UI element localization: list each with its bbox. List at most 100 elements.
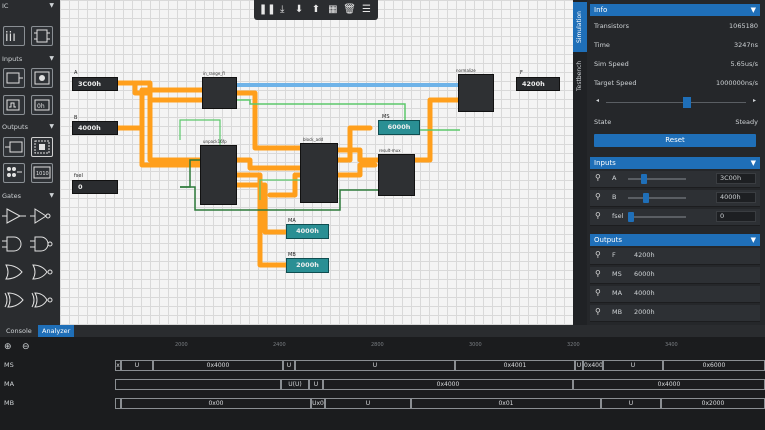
input-row-label: B xyxy=(612,193,617,201)
chip-title: result-mux xyxy=(379,148,401,153)
signal-segment: 0x4000 xyxy=(573,379,765,390)
palette-section-label: Outputs xyxy=(2,123,28,131)
step-icon[interactable]: ⤓ xyxy=(276,3,289,17)
xor-gate-icon[interactable] xyxy=(2,290,26,310)
target-speed-slider[interactable]: ◂ ▸ xyxy=(596,97,756,108)
chip-title: in_range_fl xyxy=(203,71,225,76)
button-input-icon[interactable] xyxy=(31,68,53,88)
chevron-down-icon: ▼ xyxy=(49,55,54,62)
signal-segment: U xyxy=(295,360,455,371)
chevron-left-icon[interactable]: ◂ xyxy=(596,97,599,104)
slider-thumb[interactable] xyxy=(628,212,634,222)
pause-icon[interactable]: ❚❚ xyxy=(259,3,276,17)
download-icon[interactable]: ⬇ xyxy=(293,3,306,17)
zoom-in-icon[interactable]: ⊕ xyxy=(4,342,12,352)
chip-title: unpack16fp xyxy=(203,139,227,144)
search-icon[interactable]: ⚲ xyxy=(595,251,603,259)
search-icon[interactable]: ⚲ xyxy=(595,174,603,182)
input-fsel-label: fsel xyxy=(74,173,83,179)
section-title: Info xyxy=(594,6,608,14)
trash-icon[interactable]: 🗑 xyxy=(343,3,356,17)
inputs-section-header[interactable]: Inputs ▼ xyxy=(590,157,760,169)
ruler-tick-label: 2800 xyxy=(371,342,384,348)
tab-console[interactable]: Console xyxy=(2,325,36,337)
tab-simulation[interactable]: Simulation xyxy=(573,2,587,52)
input-pin-icon[interactable] xyxy=(3,68,25,88)
nor-gate-icon[interactable] xyxy=(30,262,54,282)
reset-button[interactable]: Reset xyxy=(594,134,756,147)
led-output-icon[interactable] xyxy=(31,137,53,157)
svg-text:iiı: iiı xyxy=(5,30,16,45)
ruler-tick-label: 2400 xyxy=(273,342,286,348)
output-row-value: 6000h xyxy=(634,270,655,278)
unpack-chip[interactable] xyxy=(200,145,237,205)
palette-section-outputs[interactable]: Outputs ▼ xyxy=(2,123,56,134)
result-mux-chip[interactable] xyxy=(378,154,415,196)
search-icon[interactable]: ⚲ xyxy=(595,308,603,316)
input-fsel-box[interactable]: 0 xyxy=(72,180,118,194)
input-row-label: A xyxy=(612,174,617,182)
slider-thumb[interactable] xyxy=(683,97,691,108)
search-icon[interactable]: ⚲ xyxy=(595,212,603,220)
output-pin-icon[interactable] xyxy=(3,137,25,157)
normalize-chip[interactable] xyxy=(458,74,494,112)
chevron-down-icon: ▼ xyxy=(49,123,54,130)
slider-thumb[interactable] xyxy=(642,193,649,203)
menu-icon[interactable]: ☰ xyxy=(360,3,373,17)
info-section-header[interactable]: Info ▼ xyxy=(590,4,760,16)
xnor-gate-icon[interactable] xyxy=(30,290,54,310)
search-icon[interactable]: ⚲ xyxy=(595,270,603,278)
info-row-time: Time 3247ns xyxy=(594,41,758,51)
in-range-chip[interactable] xyxy=(202,77,237,109)
output-row: ⚲ MB 2000h xyxy=(590,305,760,322)
info-key: State xyxy=(594,118,612,126)
output-row: ⚲ MS 6000h xyxy=(590,267,760,284)
tab-testbench[interactable]: Testbench xyxy=(573,54,587,98)
signal-name: MS xyxy=(4,361,14,369)
display-output-icon[interactable]: 1010 xyxy=(31,163,53,183)
ruler-tick-label: 3400 xyxy=(665,342,678,348)
search-icon[interactable]: ⚲ xyxy=(595,193,603,201)
outputs-section-header[interactable]: Outputs ▼ xyxy=(590,234,760,246)
signal-name: MB xyxy=(4,399,15,407)
search-icon[interactable]: ⚲ xyxy=(595,289,603,297)
block-add-chip[interactable] xyxy=(300,143,338,203)
nand-gate-icon[interactable] xyxy=(30,234,54,254)
segment-display-icon[interactable] xyxy=(3,163,25,183)
or-gate-icon[interactable] xyxy=(2,262,26,282)
signal-lane: U(U) U 0x4000 0x4000 xyxy=(115,379,765,390)
constant-input-icon[interactable]: 0h xyxy=(31,95,53,115)
palette-section-inputs[interactable]: Inputs ▼ xyxy=(2,55,56,66)
input-a-label: A xyxy=(74,70,78,76)
ruler-tick-label: 3200 xyxy=(567,342,580,348)
output-row: ⚲ F 4200h xyxy=(590,248,760,265)
info-row-transistors: Transistors 1065180 xyxy=(594,22,758,32)
grid-icon[interactable]: ▦ xyxy=(326,3,339,17)
clock-input-icon[interactable] xyxy=(3,95,25,115)
chip-component-icon[interactable] xyxy=(31,26,53,46)
chevron-down-icon: ▼ xyxy=(49,2,54,9)
info-key: Sim Speed xyxy=(594,60,629,68)
ic-component-icon[interactable]: iiı xyxy=(3,26,25,46)
and-gate-icon[interactable] xyxy=(2,234,26,254)
tab-analyzer[interactable]: Analyzer xyxy=(38,325,75,337)
info-value: Steady xyxy=(735,118,758,126)
chevron-right-icon[interactable]: ▸ xyxy=(753,97,756,104)
vertical-tabs: Simulation Testbench xyxy=(573,0,587,325)
buffer-gate-icon[interactable] xyxy=(2,206,26,226)
not-gate-icon[interactable] xyxy=(30,206,54,226)
palette-section-label: Inputs xyxy=(2,55,23,63)
palette-section-gates[interactable]: Gates ▼ xyxy=(2,192,56,203)
info-value: 1000000ns/s xyxy=(715,79,758,87)
circuit-canvas[interactable]: A 3C00h B 4000h fsel 0 in_range_fl unpac… xyxy=(60,0,573,325)
input-b-box[interactable]: 4000h xyxy=(72,121,118,135)
signal-segment: 0x4000 xyxy=(153,360,283,371)
input-a-box[interactable]: 3C00h xyxy=(72,77,118,91)
signal-segment: U xyxy=(325,398,411,409)
input-row: ⚲ A 3C00h xyxy=(590,171,760,188)
slider-thumb[interactable] xyxy=(641,174,647,184)
output-row-label: MS xyxy=(612,270,622,278)
palette-section-ic[interactable]: IC ▼ xyxy=(2,2,56,13)
zoom-out-icon[interactable]: ⊖ xyxy=(22,342,30,352)
upload-icon[interactable]: ⬆ xyxy=(309,3,322,17)
